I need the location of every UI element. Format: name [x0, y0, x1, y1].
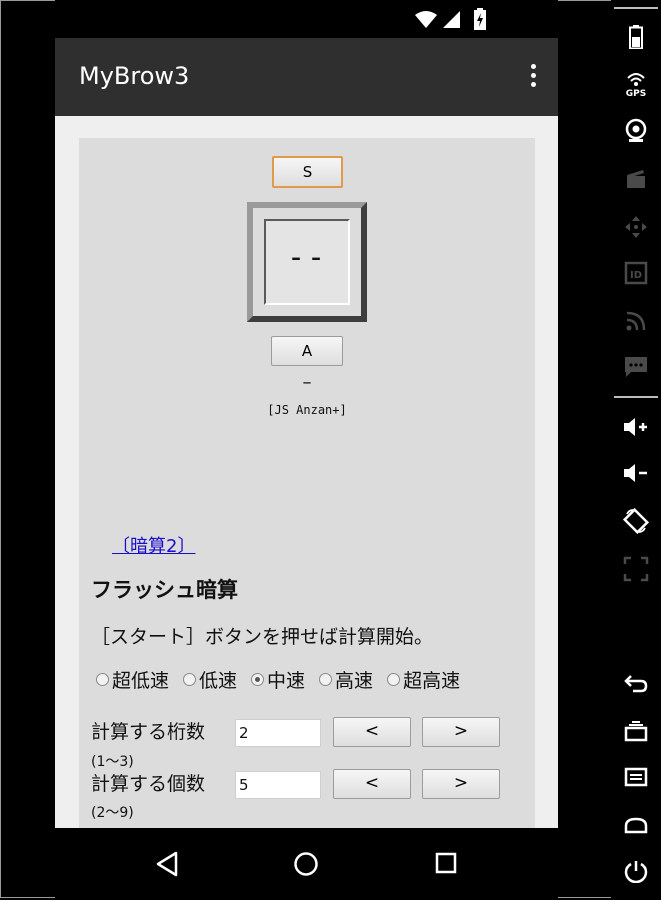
speed-option-2[interactable]: 中速 [251, 670, 305, 692]
instruction-text: ［スタート］ボタンを押せば計算開始。 [91, 626, 434, 648]
speed-label: 超低速 [112, 670, 170, 692]
digits-decrease-button[interactable]: < [333, 717, 411, 747]
digits-increase-button[interactable]: > [422, 717, 500, 747]
count-label: 計算する個数 [91, 773, 206, 795]
radio-icon[interactable] [183, 673, 197, 686]
speed-radio-group: 超低速 低速 中速 高速 超高速 [96, 670, 528, 692]
radio-icon[interactable] [387, 673, 401, 686]
count-decrease-button[interactable]: < [333, 769, 411, 799]
home-icon[interactable] [293, 851, 319, 877]
count-range: (2～9) [91, 805, 134, 821]
digits-range: (1～3) [91, 754, 134, 770]
overflow-menu-icon[interactable] [528, 64, 538, 90]
count-increase-button[interactable]: > [422, 769, 500, 799]
radio-icon[interactable] [319, 673, 333, 686]
clapperboard-icon[interactable] [620, 164, 652, 194]
js-label: [JS Anzan+] [267, 403, 347, 417]
volume-up-icon[interactable] [620, 412, 652, 442]
digits-label: 計算する桁数 [91, 721, 206, 743]
page-heading: フラッシュ暗算 [91, 578, 238, 602]
speed-option-4[interactable]: 超高速 [387, 670, 460, 692]
count-input[interactable] [235, 771, 321, 799]
scale-icon[interactable] [620, 554, 652, 584]
speed-label: 高速 [335, 670, 374, 692]
camera-icon[interactable] [620, 116, 652, 146]
side-divider [614, 396, 658, 398]
battery-charging-icon [474, 8, 486, 30]
app-title: MyBrow3 [79, 62, 190, 90]
wifi-icon [415, 11, 437, 28]
speed-label: 超高速 [403, 670, 461, 692]
power-icon[interactable] [620, 856, 652, 886]
start-button[interactable]: S [272, 156, 343, 188]
speed-option-0[interactable]: 超低速 [96, 670, 169, 692]
volume-down-icon[interactable] [620, 458, 652, 488]
gps-icon[interactable]: GPS [620, 70, 652, 100]
speed-option-3[interactable]: 高速 [319, 670, 373, 692]
speed-label: 低速 [199, 670, 238, 692]
content-area: S -- A – [JS Anzan+] 〔暗算2〕 フラッシュ暗算 ［スタート… [55, 116, 558, 828]
radio-checked-icon[interactable] [251, 673, 265, 686]
result-text: – [302, 372, 312, 393]
radio-icon[interactable] [96, 673, 109, 686]
dpad-icon[interactable] [620, 212, 652, 242]
answer-button[interactable]: A [271, 336, 343, 366]
navigation-bar [55, 828, 558, 900]
anzan2-link[interactable]: 〔暗算2〕 [112, 532, 195, 558]
rss-icon[interactable] [620, 306, 652, 336]
signal-icon [443, 11, 460, 28]
id-icon[interactable]: ID [620, 258, 652, 288]
svg-text:GPS: GPS [626, 89, 646, 98]
app-bar: MyBrow3 [55, 38, 558, 116]
status-bar [55, 0, 558, 38]
number-display: -- [247, 202, 367, 322]
back-icon[interactable] [620, 668, 652, 698]
recents-icon[interactable] [435, 852, 457, 874]
rotate-icon[interactable] [620, 506, 652, 536]
battery-icon[interactable] [620, 22, 652, 52]
svg-text:ID: ID [630, 270, 642, 281]
webview: S -- A – [JS Anzan+] 〔暗算2〕 フラッシュ暗算 ［スタート… [79, 138, 535, 828]
recents-icon[interactable] [620, 716, 652, 746]
home-icon[interactable] [620, 810, 652, 840]
message-icon[interactable] [620, 352, 652, 382]
speed-option-1[interactable]: 低速 [183, 670, 237, 692]
side-divider [614, 7, 658, 9]
speed-label: 中速 [267, 670, 306, 692]
digits-input[interactable] [235, 719, 321, 747]
display-value: -- [264, 219, 350, 305]
menu-icon[interactable] [620, 762, 652, 792]
back-icon[interactable] [155, 851, 179, 877]
